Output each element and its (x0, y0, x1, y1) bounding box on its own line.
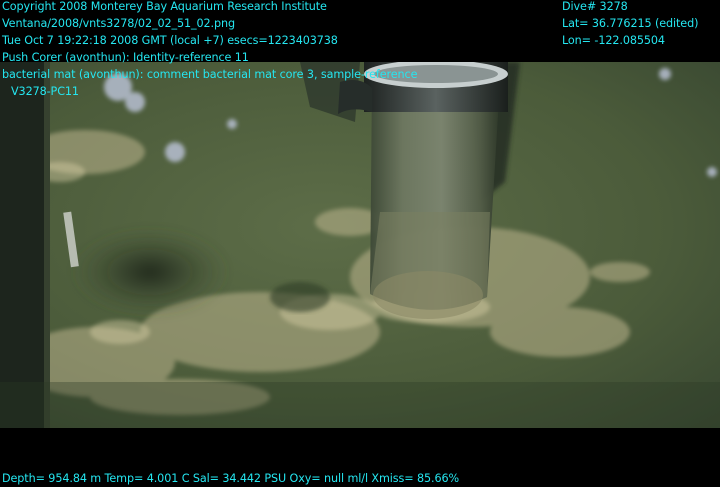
image-path-text: Ventana/2008/vnts3278/02_02_51_02.png (2, 17, 235, 30)
longitude-text: Lon= -122.085504 (562, 34, 665, 47)
sensor-readout: Depth= 954.84 m Temp= 4.001 C Sal= 34.44… (2, 472, 460, 485)
dive-number-text: Dive# 3278 (562, 0, 628, 13)
latitude-text: Lat= 36.776215 (edited) (562, 17, 699, 30)
video-frame: Copyright 2008 Monterey Bay Aquarium Res… (0, 0, 720, 486)
overlay-top-left: Copyright 2008 Monterey Bay Aquarium Res… (2, 0, 417, 100)
timestamp-text: Tue Oct 7 19:22:18 2008 GMT (local +7) e… (2, 34, 338, 47)
copyright-text: Copyright 2008 Monterey Bay Aquarium Res… (2, 0, 327, 13)
annotation-line-1: Push Corer (avonthun): Identity-referenc… (2, 51, 249, 64)
overlay-top-right: Dive# 3278 Lat= 36.776215 (edited) Lon= … (562, 0, 698, 49)
sample-id-text: V3278-PC11 (11, 85, 79, 98)
seafloor-scene (0, 62, 720, 428)
annotation-line-2: bacterial mat (avonthun): comment bacter… (2, 68, 418, 81)
